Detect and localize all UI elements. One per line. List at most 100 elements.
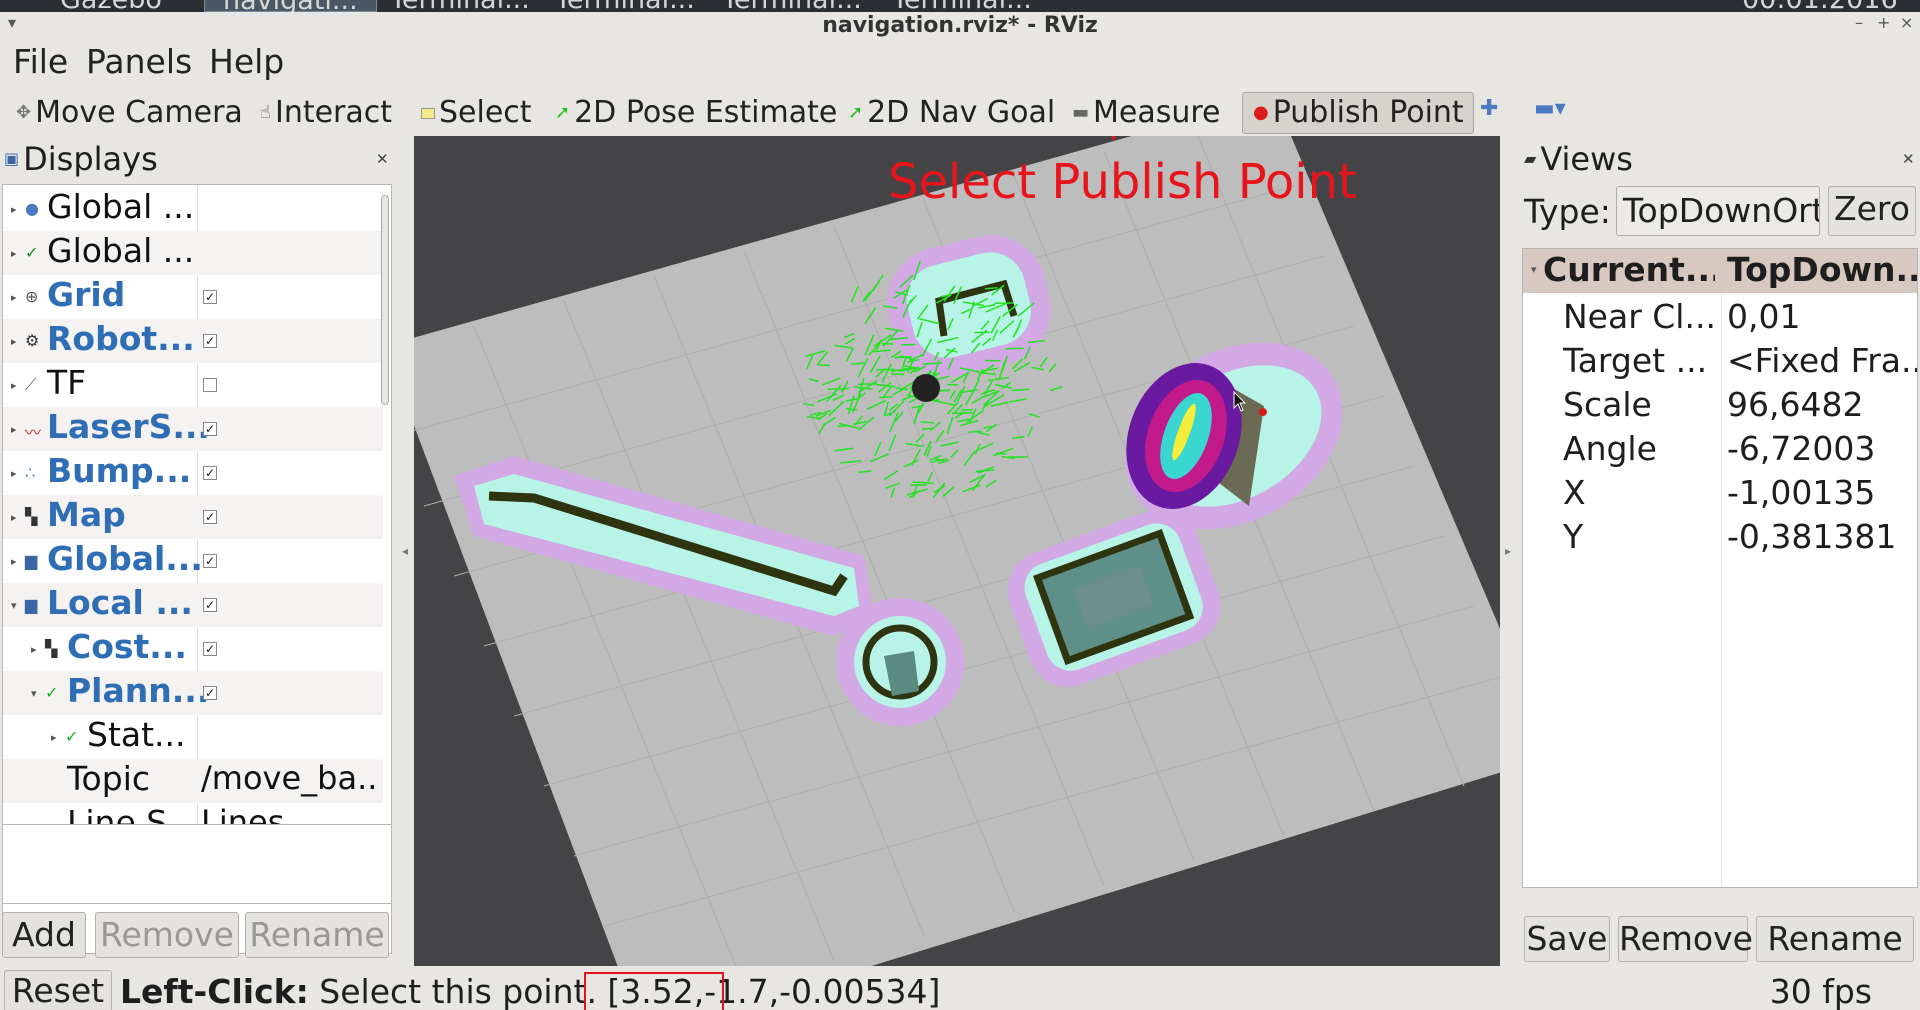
expand-arrow-icon[interactable]: ▸: [11, 335, 17, 348]
expand-arrow-icon[interactable]: ▸: [51, 731, 57, 744]
display-row[interactable]: Topic/move_ba..: [3, 759, 383, 803]
add-display-button[interactable]: Add: [2, 912, 86, 958]
display-row[interactable]: ▸ ⟋ TF: [3, 363, 383, 407]
tool-select[interactable]: Select: [421, 92, 532, 134]
maximize-icon[interactable]: +: [1877, 13, 1890, 32]
display-type-icon: ⚙: [25, 331, 40, 350]
remove-display-button[interactable]: Remove: [95, 912, 239, 958]
tool-publish-point[interactable]: ● Publish Point: [1242, 92, 1474, 134]
display-row[interactable]: ▸ ✓ Global ...: [3, 231, 383, 275]
taskbar-item-terminal-4[interactable]: Terminal...: [892, 0, 1032, 12]
display-enabled-checkbox[interactable]: ✓: [203, 510, 217, 524]
display-enabled-checkbox[interactable]: ✓: [203, 290, 217, 304]
display-row[interactable]: ▾ ▆ Local ... ✓: [3, 583, 383, 627]
display-enabled-checkbox[interactable]: ✓: [203, 642, 217, 656]
tool-interact[interactable]: ☝ Interact: [260, 92, 392, 134]
view-property-value[interactable]: 96,6482: [1727, 385, 1917, 424]
display-enabled-checkbox[interactable]: ✓: [203, 466, 217, 480]
display-row[interactable]: ▸ ⚙ Robot... ✓: [3, 319, 383, 363]
display-enabled-checkbox[interactable]: ✓: [203, 686, 217, 700]
close-window-icon[interactable]: ×: [1900, 13, 1913, 32]
view-property-value[interactable]: 0,01: [1727, 297, 1917, 336]
3d-viewport[interactable]: Select Publish Point: [414, 136, 1500, 966]
tool-move-camera[interactable]: ✥ Move Camera: [16, 92, 243, 134]
display-enabled-checkbox[interactable]: ✓: [203, 422, 217, 436]
collapse-arrow-icon[interactable]: ▾: [31, 687, 37, 700]
view-property-value[interactable]: <Fixed Fra...: [1727, 341, 1917, 380]
display-enabled-checkbox[interactable]: ✓: [203, 598, 217, 612]
particle-arrow: [951, 411, 973, 415]
display-row[interactable]: ▸ ● Global ...: [3, 187, 383, 231]
taskbar-item-terminal-2[interactable]: Terminal...: [555, 0, 695, 12]
expand-arrow-icon[interactable]: ▸: [11, 511, 17, 524]
display-row[interactable]: ▸ ▚ Map ✓: [3, 495, 383, 539]
taskbar-item-terminal-3[interactable]: Terminal...: [722, 0, 862, 12]
status-message: Left-Click: Select this point. [3.52,-1.…: [120, 972, 940, 1010]
reset-button[interactable]: Reset: [4, 970, 112, 1010]
view-type-select[interactable]: TopDownOrtho: [1616, 186, 1820, 236]
taskbar-item-terminal-1[interactable]: Terminal...: [390, 0, 530, 12]
expand-arrow-icon[interactable]: ▸: [11, 423, 17, 436]
expand-arrow-icon[interactable]: ▸: [31, 643, 37, 656]
expand-arrow-icon[interactable]: ▸: [11, 467, 17, 480]
current-view-row[interactable]: ▾ Current... TopDown...: [1523, 249, 1917, 293]
right-splitter-icon[interactable]: ▸: [1505, 544, 1511, 558]
select-box-icon: [421, 107, 435, 119]
view-property-value[interactable]: -1,00135: [1727, 473, 1917, 512]
display-row[interactable]: ▸ ▆ Global... ✓: [3, 539, 383, 583]
menu-bar: File Panels Help: [0, 42, 1920, 84]
menu-file[interactable]: File: [13, 42, 68, 82]
display-enabled-checkbox[interactable]: ✓: [203, 554, 217, 568]
coordinate-highlight-box: [584, 972, 724, 1010]
particle-arrow: [983, 425, 995, 429]
menu-panels[interactable]: Panels: [86, 42, 192, 82]
close-views-icon[interactable]: ✕: [1902, 150, 1915, 168]
zero-view-button[interactable]: Zero: [1828, 186, 1916, 236]
rename-view-button[interactable]: Rename: [1756, 916, 1914, 962]
menu-help[interactable]: Help: [209, 42, 284, 82]
display-row[interactable]: ▸ ⊕ Grid ✓: [3, 275, 383, 319]
tool-2d-nav-goal[interactable]: ➚ 2D Nav Goal: [848, 92, 1055, 134]
expand-arrow-icon[interactable]: ▸: [11, 203, 17, 216]
view-property-value[interactable]: -0,381381: [1727, 517, 1917, 556]
expand-arrow-icon[interactable]: ▸: [11, 379, 17, 392]
remove-view-button[interactable]: Remove: [1618, 916, 1753, 962]
display-enabled-checkbox[interactable]: ✓: [203, 334, 217, 348]
map-render[interactable]: [414, 136, 1500, 966]
display-row[interactable]: ▸ ∴ Bump... ✓: [3, 451, 383, 495]
collapse-arrow-icon[interactable]: ▾: [11, 599, 17, 612]
expand-arrow-icon[interactable]: ▸: [11, 555, 17, 568]
save-view-button[interactable]: Save: [1524, 916, 1610, 962]
taskbar-item-navigation[interactable]: navigati...: [204, 0, 377, 12]
tool-2d-pose-estimate[interactable]: ➚ 2D Pose Estimate: [555, 92, 837, 134]
remove-tool-icon[interactable]: ▬▾: [1534, 96, 1566, 121]
green-arrow-icon: ➚: [555, 102, 571, 123]
tree-scrollbar[interactable]: [381, 195, 389, 405]
expand-arrow-icon[interactable]: ▸: [11, 291, 17, 304]
close-panel-icon[interactable]: ✕: [376, 150, 389, 168]
window-menu-icon[interactable]: ▾: [8, 13, 16, 32]
taskbar-item-gazebo[interactable]: Gazebo: [60, 0, 162, 12]
window-titlebar: navigation.rviz* - RViz ▾ – + ×: [0, 12, 1920, 42]
display-row[interactable]: ▸ 〰 LaserS... ✓: [3, 407, 383, 451]
display-label: Cost...: [67, 627, 187, 666]
display-label: Robot...: [47, 319, 195, 358]
view-property-value[interactable]: -6,72003: [1727, 429, 1917, 468]
rename-display-button[interactable]: Rename: [245, 912, 389, 958]
tool-measure[interactable]: ▬ Measure: [1072, 92, 1221, 134]
add-tool-icon[interactable]: ✚: [1480, 96, 1498, 121]
left-splitter-icon[interactable]: ◂: [402, 544, 408, 558]
particle-arrow: [985, 286, 998, 290]
display-row[interactable]: ▸ ▚ Cost... ✓: [3, 627, 383, 671]
display-enabled-checkbox[interactable]: [203, 378, 217, 392]
displays-panel: ▣ Displays ✕ ▸ ● Global ... ▸ ✓ Global ... ▸ ⊕ G…: [0, 140, 396, 958]
minimize-icon[interactable]: –: [1855, 13, 1863, 32]
expand-arrow-icon[interactable]: ▸: [11, 247, 17, 260]
collapse-arrow-icon[interactable]: ▾: [1531, 263, 1537, 276]
particle-arrow: [890, 373, 905, 376]
display-row[interactable]: ▾ ✓ Plann... ✓: [3, 671, 383, 715]
display-property-value[interactable]: /move_ba..: [201, 759, 377, 797]
column-divider: [1721, 293, 1722, 887]
display-type-icon: 〰: [25, 423, 42, 442]
display-row[interactable]: ▸ ✓ Stat...: [3, 715, 383, 759]
